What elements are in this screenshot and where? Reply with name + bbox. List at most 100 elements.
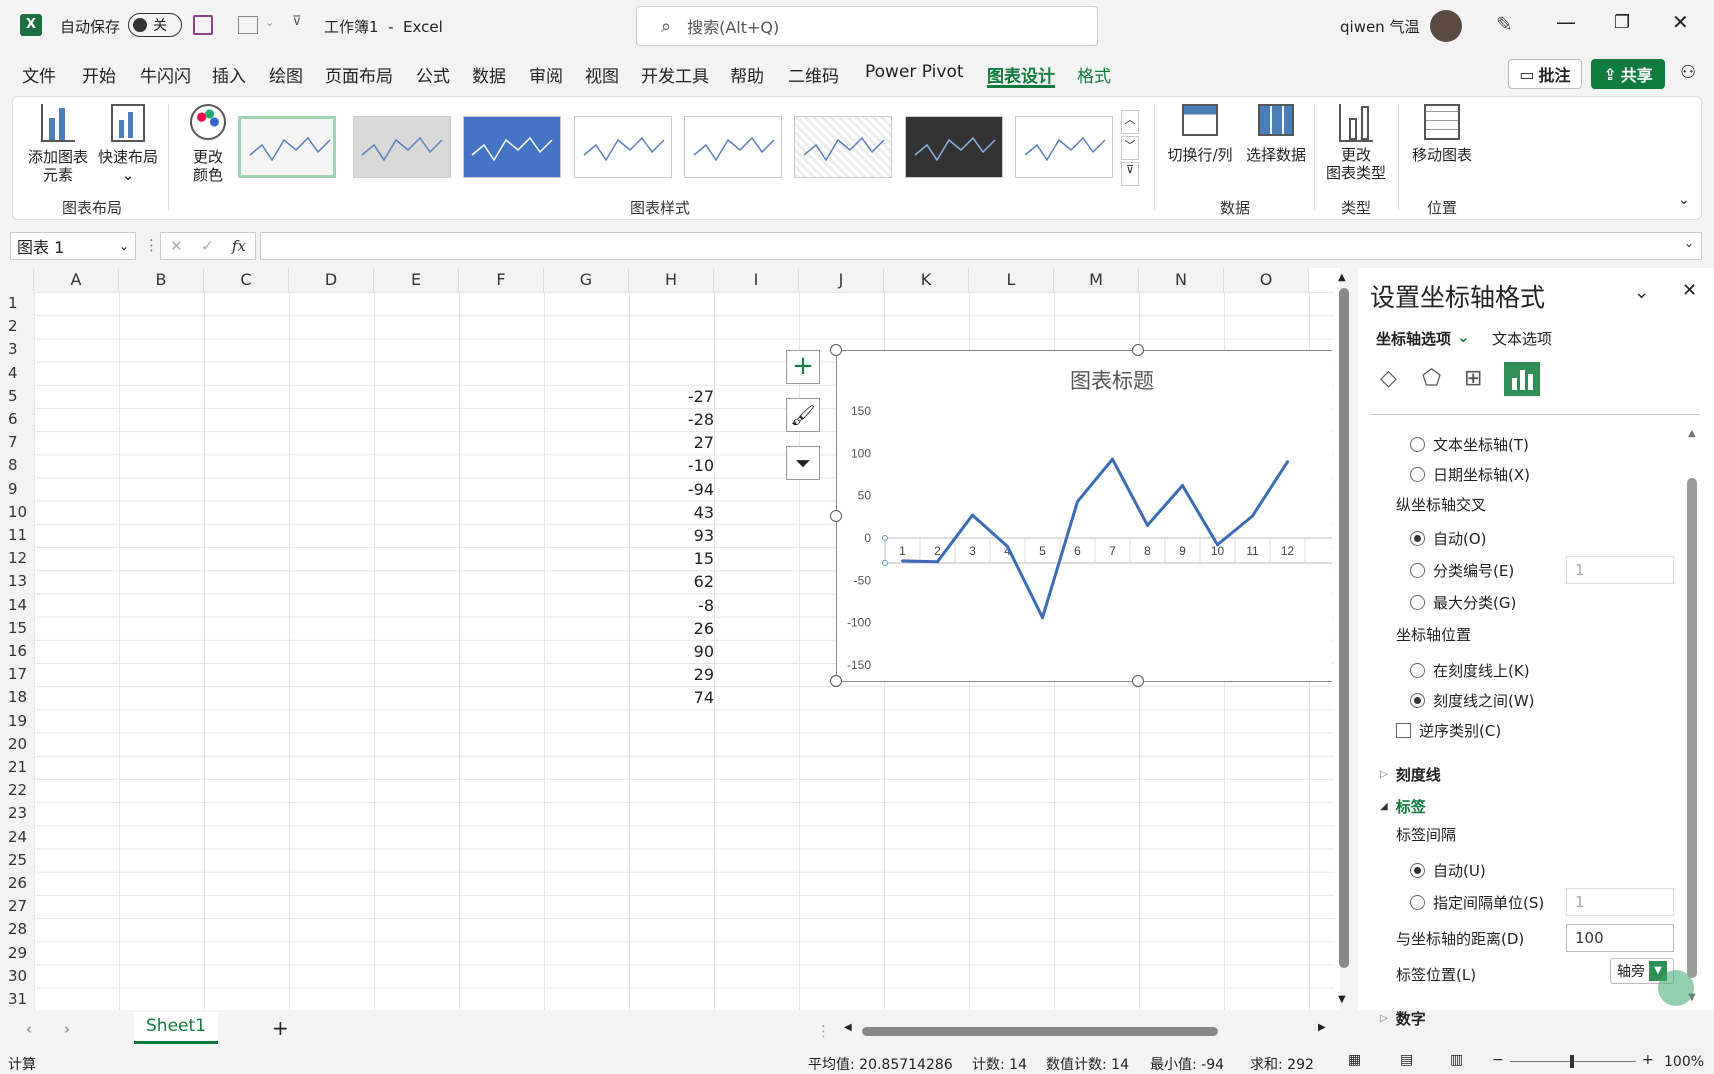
radio-interval-specify[interactable]: [1410, 895, 1425, 910]
row-header[interactable]: 1: [0, 292, 34, 315]
scroll-left-icon[interactable]: ◀: [844, 1022, 852, 1033]
search-box[interactable]: ⌕ 搜索(Alt+Q): [636, 6, 1098, 46]
chart-style-4[interactable]: [574, 116, 672, 178]
interval-input[interactable]: 1: [1566, 888, 1674, 916]
form-icon[interactable]: [238, 16, 258, 34]
sheet-tab-sheet1[interactable]: Sheet1: [134, 1012, 218, 1044]
select-all-corner[interactable]: [0, 268, 34, 292]
cross-category-input[interactable]: 1: [1566, 556, 1674, 584]
row-header[interactable]: 30: [0, 965, 34, 988]
row-header[interactable]: 23: [0, 802, 34, 825]
radio-on-tick[interactable]: [1410, 663, 1425, 678]
chart-style-6[interactable]: [794, 116, 892, 178]
size-properties-icon[interactable]: ⊞: [1464, 366, 1482, 391]
column-header-c[interactable]: C: [204, 268, 289, 292]
quick-layout-button[interactable]: 快速布局 ⌄: [94, 104, 162, 184]
pane-options-chevron-icon[interactable]: ⌄: [1634, 282, 1649, 303]
cell-h16[interactable]: 90: [630, 640, 714, 663]
row-header[interactable]: 12: [0, 547, 34, 570]
row-header[interactable]: 31: [0, 988, 34, 1011]
chart-style-7[interactable]: [905, 116, 1003, 178]
chart-handle[interactable]: [830, 510, 842, 522]
formula-input[interactable]: [260, 232, 1702, 260]
row-header[interactable]: 3: [0, 338, 34, 361]
pane-close-icon[interactable]: ✕: [1682, 280, 1697, 301]
cell-h10[interactable]: 43: [630, 501, 714, 524]
page-break-view-icon[interactable]: ▥: [1450, 1052, 1463, 1068]
option-cross-category[interactable]: 分类编号(E): [1410, 560, 1514, 581]
scroll-up-icon[interactable]: ▲: [1338, 272, 1346, 283]
row-header[interactable]: 26: [0, 872, 34, 895]
tab-format[interactable]: 格式: [1077, 62, 1111, 88]
chart-handle[interactable]: [830, 344, 842, 356]
chart-filter-button[interactable]: ⏷: [786, 446, 820, 480]
column-header-i[interactable]: I: [714, 268, 799, 292]
add-sheet-icon[interactable]: +: [272, 1016, 289, 1040]
row-header[interactable]: 16: [0, 640, 34, 663]
select-data-button[interactable]: 选择数据: [1240, 104, 1312, 164]
column-header-h[interactable]: H: [629, 268, 714, 292]
chart-handle[interactable]: [1132, 675, 1144, 687]
row-header[interactable]: 9: [0, 478, 34, 501]
cell-h8[interactable]: -10: [630, 454, 714, 477]
tab-data[interactable]: 数据: [472, 62, 506, 88]
column-header-a[interactable]: A: [34, 268, 119, 292]
column-header-l[interactable]: L: [969, 268, 1054, 292]
switch-row-col-button[interactable]: 切换行/列: [1162, 104, 1238, 164]
styles-scroll-up[interactable]: ︿: [1121, 110, 1139, 134]
zoom-slider-thumb[interactable]: [1570, 1055, 1574, 1068]
prev-sheet-icon[interactable]: ‹: [26, 1020, 32, 1038]
option-between-tick[interactable]: 刻度线之间(W): [1410, 690, 1535, 711]
section-number[interactable]: ▷ 数字: [1380, 1008, 1426, 1029]
tab-qrcode[interactable]: 二维码: [788, 62, 839, 88]
zoom-in-icon[interactable]: +: [1642, 1052, 1654, 1068]
cell-h18[interactable]: 74: [630, 686, 714, 709]
pane-scroll-thumb[interactable]: [1687, 478, 1697, 978]
radio-text-axis[interactable]: [1410, 437, 1425, 452]
option-on-tick[interactable]: 在刻度线上(K): [1410, 660, 1530, 681]
change-colors-button[interactable]: 更改 颜色: [180, 104, 236, 184]
row-header[interactable]: 15: [0, 617, 34, 640]
cell-h7[interactable]: 27: [630, 431, 714, 454]
fx-icon[interactable]: fx: [232, 237, 246, 255]
normal-view-icon[interactable]: ▦: [1348, 1052, 1361, 1068]
fill-line-icon[interactable]: ◇: [1380, 366, 1397, 391]
chart-elements-button[interactable]: +: [786, 350, 820, 384]
customize-quick-access-icon[interactable]: ⊽: [292, 14, 302, 29]
tab-home[interactable]: 开始: [82, 62, 116, 88]
pen-icon[interactable]: ✎: [1496, 12, 1513, 36]
minimize-icon[interactable]: —: [1556, 10, 1576, 34]
tab-insert[interactable]: 插入: [212, 62, 246, 88]
row-header[interactable]: 19: [0, 710, 34, 733]
row-header[interactable]: 20: [0, 733, 34, 756]
tab-page-layout[interactable]: 页面布局: [325, 62, 393, 88]
change-chart-type-button[interactable]: 更改 图表类型: [1318, 104, 1394, 182]
radio-cross-max[interactable]: [1410, 595, 1425, 610]
radio-cross-category[interactable]: [1410, 563, 1425, 578]
chart-handle[interactable]: [1132, 344, 1144, 356]
column-header-j[interactable]: J: [799, 268, 884, 292]
add-chart-element-button[interactable]: 添加图表 元素: [24, 104, 92, 184]
chart-style-1[interactable]: [238, 116, 336, 178]
tab-formulas[interactable]: 公式: [416, 62, 450, 88]
column-header-n[interactable]: N: [1139, 268, 1224, 292]
axis-options-icon[interactable]: [1504, 362, 1540, 396]
close-icon[interactable]: ✕: [1672, 10, 1689, 34]
cell-h13[interactable]: 62: [630, 570, 714, 593]
row-header[interactable]: 29: [0, 942, 34, 965]
expand-formula-icon[interactable]: ⌄: [1684, 236, 1694, 250]
option-cross-auto[interactable]: 自动(O): [1410, 528, 1487, 549]
next-sheet-icon[interactable]: ›: [64, 1020, 70, 1038]
tab-chart-design[interactable]: 图表设计: [987, 62, 1055, 88]
tab-axis-options[interactable]: 坐标轴选项 ⌄: [1376, 328, 1470, 349]
radio-date-axis[interactable]: [1410, 467, 1425, 482]
vertical-scrollbar[interactable]: [1338, 268, 1340, 269]
row-header[interactable]: 25: [0, 849, 34, 872]
column-header-g[interactable]: G: [544, 268, 629, 292]
styles-scroll-down[interactable]: ﹀: [1121, 136, 1139, 160]
option-interval-auto[interactable]: 自动(U): [1410, 860, 1486, 881]
autosave-toggle[interactable]: 关: [128, 13, 182, 37]
row-header[interactable]: 6: [0, 408, 34, 431]
row-header[interactable]: 4: [0, 362, 34, 385]
tab-niushanshan[interactable]: 牛闪闪: [140, 62, 191, 88]
